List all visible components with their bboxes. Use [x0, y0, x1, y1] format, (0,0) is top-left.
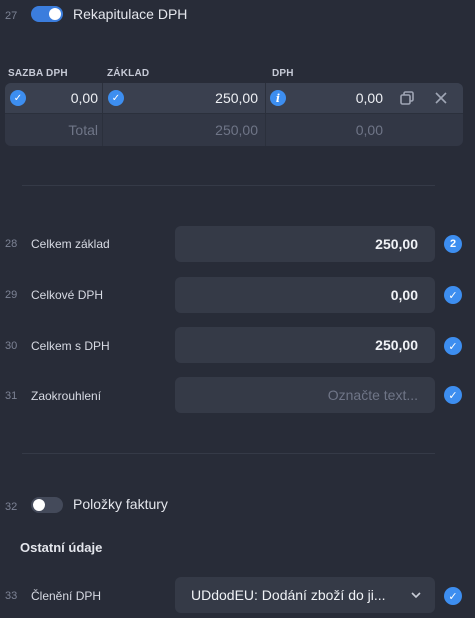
column-header-base: ZÁKLAD [107, 68, 150, 79]
vat-base-value: 250,00 [215, 90, 258, 106]
other-section-title: Ostatní údaje [20, 540, 103, 555]
count-badge[interactable]: 2 [444, 235, 462, 253]
vat-split-select[interactable]: UDdodEU: Dodání zboží do ji... [175, 577, 435, 613]
line-number-30: 30 [5, 340, 18, 352]
total-base-label: Celkem základ [31, 237, 110, 251]
vat-recap-table: ✓ 0,00 ✓ 250,00 i 0,00 Total 250,00 0,00 [5, 83, 463, 146]
total-label: Total [68, 122, 98, 138]
divider [22, 185, 435, 186]
info-circle-icon: i [270, 90, 286, 106]
copy-icon [397, 88, 417, 108]
total-vat-field-value: 0,00 [390, 287, 418, 303]
total-base-value: 250,00 [215, 122, 258, 138]
total-vat-field[interactable]: 0,00 [175, 277, 435, 313]
total-vat-label: Celkové DPH [31, 288, 104, 302]
invoice-items-toggle[interactable] [31, 497, 63, 513]
total-with-vat-label: Celkem s DPH [31, 339, 110, 353]
check-circle-icon[interactable]: ✓ [444, 587, 462, 605]
total-with-vat-field[interactable]: 250,00 [175, 327, 435, 363]
total-base-cell: 250,00 [108, 115, 258, 145]
rounding-field[interactable]: Označte text... [175, 377, 435, 413]
copy-button[interactable] [397, 83, 417, 113]
vat-base-cell[interactable]: ✓ 250,00 [108, 83, 258, 113]
chevron-down-icon [411, 591, 421, 599]
vat-amount-cell[interactable]: i 0,00 [270, 83, 383, 113]
line-number-29: 29 [5, 289, 18, 301]
column-header-rate: SAZBA DPH [8, 68, 68, 79]
divider [22, 453, 435, 454]
check-circle-icon: ✓ [10, 90, 26, 106]
line-number-33: 33 [5, 590, 18, 602]
total-with-vat-field-value: 250,00 [375, 337, 418, 353]
check-circle-icon[interactable]: ✓ [444, 337, 462, 355]
remove-row-button[interactable] [431, 83, 451, 113]
vat-recap-title: Rekapitulace DPH [73, 6, 188, 22]
total-vat-cell: 0,00 [270, 115, 383, 145]
line-number-28: 28 [5, 238, 18, 250]
vat-rate-value: 0,00 [70, 90, 98, 106]
column-header-vat: DPH [272, 68, 294, 79]
check-circle-icon[interactable]: ✓ [444, 286, 462, 304]
check-circle-icon[interactable]: ✓ [444, 386, 462, 404]
vat-recap-toggle[interactable] [31, 6, 63, 22]
invoice-items-title: Položky faktury [73, 496, 168, 512]
vat-split-value: UDdodEU: Dodání zboží do ji... [191, 587, 386, 603]
vat-amount-value: 0,00 [355, 90, 383, 106]
total-label-cell: Total [10, 115, 98, 145]
rounding-label: Zaokrouhlení [31, 389, 102, 403]
line-number-31: 31 [5, 390, 18, 402]
total-vat-value: 0,00 [355, 122, 383, 138]
total-base-field-value: 250,00 [375, 236, 418, 252]
total-base-field[interactable]: 250,00 [175, 226, 435, 262]
rounding-placeholder: Označte text... [327, 387, 418, 403]
line-number-32: 32 [5, 501, 18, 513]
vat-rate-cell[interactable]: ✓ 0,00 [10, 83, 98, 113]
vat-split-label: Členění DPH [31, 589, 102, 603]
check-circle-icon: ✓ [108, 90, 124, 106]
close-icon [431, 88, 451, 108]
line-number-27: 27 [5, 10, 18, 22]
